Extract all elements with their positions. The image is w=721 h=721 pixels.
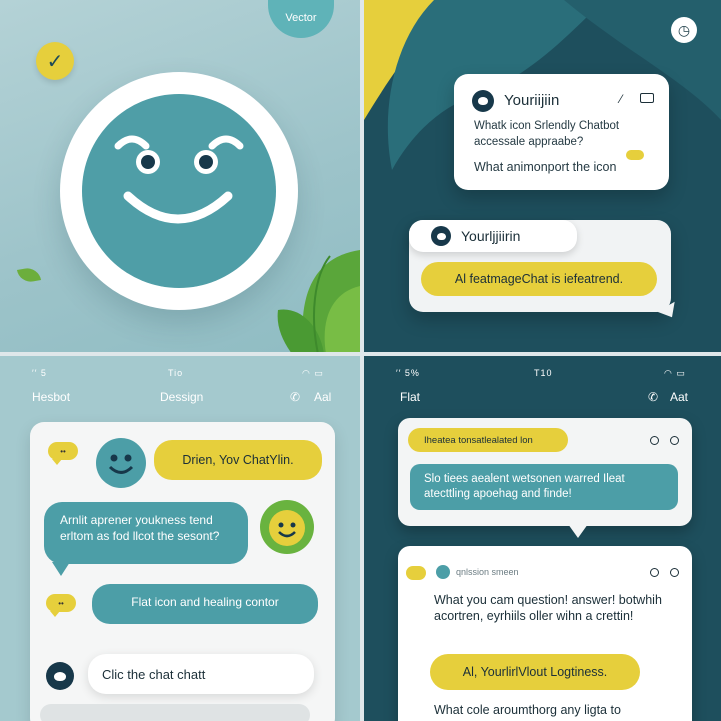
bot-avatar	[46, 662, 74, 690]
option-icon[interactable]	[650, 436, 659, 445]
message-bubble: Arnlit aprener youkness tend erltom as f…	[44, 502, 248, 564]
message-input[interactable]: Clic the chat chatt	[88, 654, 314, 694]
chat-card: Youriijiin ⁄ Whatk icon Srlendly Chatbot…	[454, 74, 669, 190]
check-icon: ✓	[36, 42, 74, 80]
bot-avatar	[96, 438, 146, 488]
chat-window: •• Drien, Yov ChatYlin. Arnlit aprener y…	[30, 422, 335, 721]
bot-name: Youriijiin	[504, 92, 560, 109]
typing-chip: ••	[48, 442, 78, 465]
message-text: What cole aroumthorg any ligta to	[434, 703, 621, 717]
phone-icon[interactable]: ✆	[648, 390, 658, 404]
message-text: What you cam question! answer! botwhih a…	[434, 593, 662, 623]
dark-chat-app: ′′ 5% T10 ◠ ▭ Flat ✆ Aat Iheatea tonsatl…	[364, 356, 721, 721]
clock-icon[interactable]: ◷	[671, 17, 697, 43]
composer-bar[interactable]	[40, 704, 310, 721]
vector-tag: Vector	[268, 0, 334, 38]
message-bubble: Al featmageChat is iefeatrend.	[421, 262, 657, 296]
add-button[interactable]: Aat	[670, 390, 688, 404]
vector-tag-label: Vector	[285, 12, 317, 24]
typing-chip: ••	[46, 594, 76, 617]
typing-indicator	[626, 150, 644, 160]
chat-card: Yourljjiirin Al featmageChat is iefeatre…	[409, 220, 681, 323]
message-bubble: Drien, Yov ChatYlin.	[154, 440, 322, 480]
user-avatar	[260, 500, 314, 554]
chat-card: Iheatea tonsatlealated lon Slo tiees aea…	[398, 418, 692, 538]
message-line: accessale appraabe?	[474, 136, 584, 148]
bubble-tail	[568, 524, 588, 538]
message-line: Whatk icon Srlendly Chatbot	[474, 120, 620, 132]
status-signal: ′′ 5%	[396, 368, 420, 378]
light-chat-app: ′′ 5 Tio ◠ ▭ Hesbot Dessign ✆ Aal •• Dri…	[0, 356, 360, 721]
page-title: Flat	[400, 390, 421, 404]
smiling-chat-bubble-icon	[82, 94, 276, 288]
topic-tag: Iheatea tonsatlealated lon	[408, 428, 568, 452]
chat-card-header: Yourljjiirin	[409, 220, 577, 252]
page-title: Dessign	[160, 390, 204, 404]
bot-avatar	[431, 226, 451, 246]
bot-avatar	[472, 90, 494, 112]
status-time: Tio	[168, 368, 184, 378]
option-icon[interactable]	[650, 568, 659, 577]
chat-header: qnlssion smeen	[456, 567, 519, 577]
wifi-icon: ◠ ▭	[664, 368, 686, 378]
app-name: Hesbot	[32, 390, 71, 404]
status-time: T10	[534, 368, 553, 378]
dark-chat-panel: ◷ Youriijiin ⁄ Whatk icon Srlendly Chatb…	[364, 0, 721, 352]
message-bubble: Slo tiees aealent wetsonen warred Ileat …	[410, 464, 678, 510]
option-icon[interactable]	[670, 436, 679, 445]
bot-avatar	[436, 565, 450, 579]
option-icon[interactable]	[670, 568, 679, 577]
leaf-icon	[16, 266, 42, 284]
add-button[interactable]: Aal	[314, 390, 331, 404]
message-bubble: Flat icon and healing contor	[92, 584, 318, 624]
edit-icon[interactable]: ⁄	[620, 92, 622, 106]
mascot-panel: ✓ Vector	[0, 0, 360, 352]
chat-card: qnlssion smeen What you cam question! an…	[398, 546, 692, 721]
wifi-icon: ◠ ▭	[302, 368, 324, 378]
plant-leaves-icon	[277, 250, 360, 352]
bot-name: Yourljjiirin	[461, 228, 521, 244]
status-signal: ′′ 5	[32, 368, 47, 378]
message-bubble: Al, YourlirlVlout Logtiness.	[430, 654, 640, 690]
bubble-tail	[52, 562, 70, 576]
typing-chip	[406, 566, 426, 580]
message-line: What animonport the icon	[474, 160, 617, 174]
collage: ✓ Vector ◷ Youriijiin ⁄ Whatk icon Srlen…	[0, 0, 721, 721]
phone-icon[interactable]: ✆	[290, 390, 300, 404]
window-icon[interactable]	[640, 93, 654, 103]
